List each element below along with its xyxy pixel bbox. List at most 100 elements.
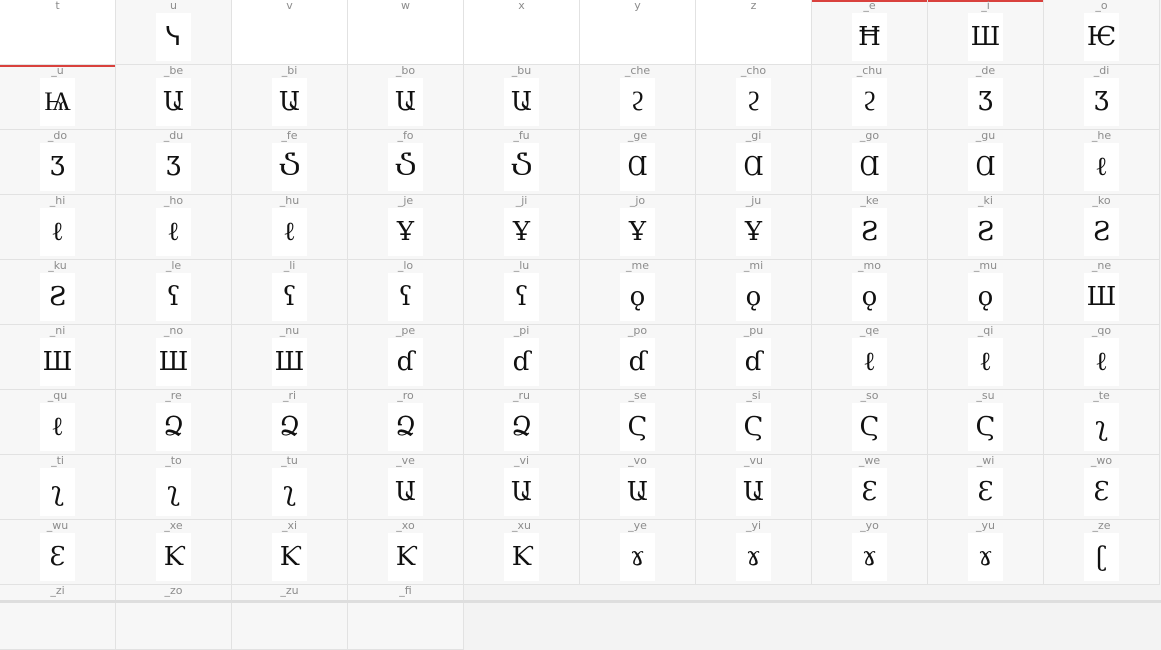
glyph-cell[interactable]: _xo Ƙ [348, 520, 464, 585]
glyph-cell[interactable]: _zi [0, 585, 116, 650]
glyph-cell[interactable]: _e Ħ [812, 0, 928, 65]
glyph-cell[interactable]: _so Ϛ [812, 390, 928, 455]
glyph-cell[interactable]: _zo [116, 585, 232, 650]
glyph-cell[interactable]: _wu Ɛ [0, 520, 116, 585]
glyph-cell[interactable]: _ho ℓ [116, 195, 232, 260]
glyph-cell[interactable]: _mo ǫ [812, 260, 928, 325]
glyph-cell[interactable]: _to ʅ [116, 455, 232, 520]
glyph-cell[interactable]: _cho ϩ [696, 65, 812, 130]
glyph-cell[interactable]: _yo ɤ [812, 520, 928, 585]
glyph-cell[interactable]: _fe Ⴢ [232, 130, 348, 195]
glyph-cell[interactable]: _ye ɤ [580, 520, 696, 585]
glyph-cell[interactable]: _pe ɗ [348, 325, 464, 390]
glyph-cell[interactable]: _pi ɗ [464, 325, 580, 390]
glyph-cell[interactable]: _fo Ⴢ [348, 130, 464, 195]
glyph-cell[interactable]: _ze ʗ [1044, 520, 1160, 585]
glyph-cell[interactable]: _zu [232, 585, 348, 650]
glyph-cell[interactable]: _we Ɛ [812, 455, 928, 520]
glyph-cell[interactable]: _ke Ƨ [812, 195, 928, 260]
glyph-cell[interactable]: _qe ℓ [812, 325, 928, 390]
glyph-cell[interactable]: _ki Ƨ [928, 195, 1044, 260]
glyph-cell[interactable]: _xe Ƙ [116, 520, 232, 585]
glyph-cell[interactable]: _u Ѩ [0, 65, 116, 130]
glyph-cell[interactable]: _fi [348, 585, 464, 650]
glyph-cell[interactable]: _do Ʒ [0, 130, 116, 195]
glyph-cell[interactable]: _i Ш [928, 0, 1044, 65]
glyph-cell[interactable]: _qo ℓ [1044, 325, 1160, 390]
glyph-cell[interactable]: _xi Ƙ [232, 520, 348, 585]
glyph-preview: ʕ [282, 282, 297, 312]
glyph-cell[interactable]: _tu ʅ [232, 455, 348, 520]
glyph-cell[interactable]: _ro Ձ [348, 390, 464, 455]
glyph-cell[interactable]: _hi ℓ [0, 195, 116, 260]
glyph-cell[interactable]: _vu Ա [696, 455, 812, 520]
glyph-cell[interactable]: _chu ϩ [812, 65, 928, 130]
glyph-cell[interactable]: _ji Ұ [464, 195, 580, 260]
glyph-cell[interactable]: _no Ш [116, 325, 232, 390]
glyph-cell[interactable]: _go Ɑ [812, 130, 928, 195]
glyph-cell[interactable]: _ne Ш [1044, 260, 1160, 325]
glyph-preview: Ұ [628, 217, 647, 247]
glyph-cell[interactable]: x [464, 0, 580, 65]
glyph-cell[interactable]: z [696, 0, 812, 65]
glyph-cell[interactable]: _xu Ƙ [464, 520, 580, 585]
glyph-cell[interactable]: _che ϩ [580, 65, 696, 130]
glyph-cell[interactable]: _fu Ⴢ [464, 130, 580, 195]
glyph-cell[interactable]: _su Ϛ [928, 390, 1044, 455]
glyph-cell[interactable]: _lo ʕ [348, 260, 464, 325]
glyph-cell[interactable]: _bi Ա [232, 65, 348, 130]
glyph-cell[interactable]: _ku Ƨ [0, 260, 116, 325]
glyph-cell[interactable]: _vi Ա [464, 455, 580, 520]
glyph-cell[interactable]: _ge Ɑ [580, 130, 696, 195]
glyph-cell[interactable]: _ru Ձ [464, 390, 580, 455]
glyph-cell[interactable]: _se Ϛ [580, 390, 696, 455]
glyph-cell[interactable]: _me ǫ [580, 260, 696, 325]
glyph-cell[interactable]: _lu ʕ [464, 260, 580, 325]
glyph-name-label: _lo [397, 260, 414, 272]
glyph-cell[interactable]: _qu ℓ [0, 390, 116, 455]
glyph-cell[interactable]: _te ʅ [1044, 390, 1160, 455]
glyph-cell[interactable]: _mu ǫ [928, 260, 1044, 325]
glyph-cell[interactable]: _po ɗ [580, 325, 696, 390]
glyph-cell[interactable]: _du Ʒ [116, 130, 232, 195]
glyph-cell[interactable]: _ve Ա [348, 455, 464, 520]
glyph-cell[interactable]: _wi Ɛ [928, 455, 1044, 520]
glyph-cell[interactable]: _ti ʅ [0, 455, 116, 520]
glyph-cell[interactable]: _pu ɗ [696, 325, 812, 390]
glyph-preview: ℓ [283, 217, 296, 247]
glyph-cell[interactable]: _be Ա [116, 65, 232, 130]
glyph-cell[interactable]: _bu Ա [464, 65, 580, 130]
glyph-cell[interactable]: _mi ǫ [696, 260, 812, 325]
glyph-cell[interactable]: _je Ұ [348, 195, 464, 260]
glyph-cell[interactable]: _de Ʒ [928, 65, 1044, 130]
glyph-cell[interactable]: _hu ℓ [232, 195, 348, 260]
glyph-cell[interactable]: _yu ɤ [928, 520, 1044, 585]
glyph-cell[interactable]: _vo Ա [580, 455, 696, 520]
glyph-cell[interactable]: _re Ձ [116, 390, 232, 455]
glyph-cell[interactable]: _di Ʒ [1044, 65, 1160, 130]
glyph-cell[interactable]: _ko Ƨ [1044, 195, 1160, 260]
glyph-cell[interactable]: _gu Ɑ [928, 130, 1044, 195]
glyph-cell[interactable]: _jo Ұ [580, 195, 696, 260]
glyph-cell[interactable]: _gi Ɑ [696, 130, 812, 195]
glyph-cell[interactable]: _yi ɤ [696, 520, 812, 585]
glyph-cell[interactable]: _he ℓ [1044, 130, 1160, 195]
glyph-cell[interactable]: _bo Ա [348, 65, 464, 130]
glyph-cell[interactable]: _nu Ш [232, 325, 348, 390]
glyph-cell[interactable]: _ri Ձ [232, 390, 348, 455]
glyph-cell[interactable]: uᓭ [116, 0, 232, 65]
glyph-cell[interactable]: _ju Ұ [696, 195, 812, 260]
glyph-cell[interactable]: _o Ѥ [1044, 0, 1160, 65]
glyph-cell[interactable]: _li ʕ [232, 260, 348, 325]
glyph-cell[interactable]: v [232, 0, 348, 65]
glyph-cell[interactable]: _le ʕ [116, 260, 232, 325]
glyph-cell[interactable]: _ni Ш [0, 325, 116, 390]
glyph-cell[interactable]: _qi ℓ [928, 325, 1044, 390]
glyph-cell[interactable]: w [348, 0, 464, 65]
glyph-cell[interactable]: t [0, 0, 116, 65]
glyph-cell[interactable]: y [580, 0, 696, 65]
glyph-preview: ℓ [1095, 347, 1108, 377]
glyph-cell[interactable]: _si Ϛ [696, 390, 812, 455]
glyph-name-label: _gi [745, 130, 762, 142]
glyph-cell[interactable]: _wo Ɛ [1044, 455, 1160, 520]
